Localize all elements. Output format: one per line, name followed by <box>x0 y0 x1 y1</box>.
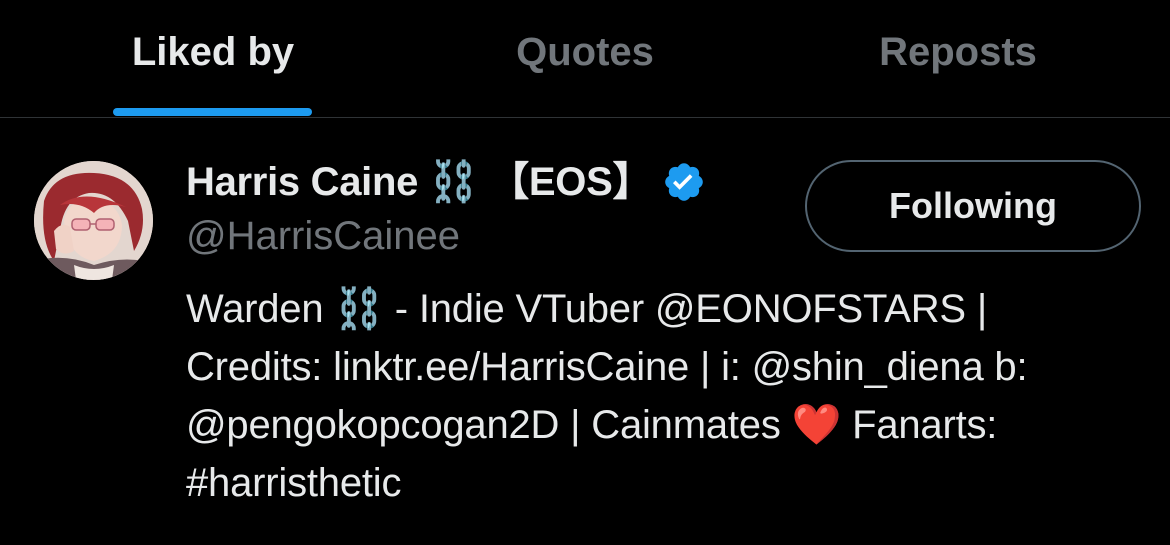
tab-quotes-label: Quotes <box>516 30 654 74</box>
avatar-image <box>34 161 153 280</box>
name-row[interactable]: Harris Caine ⛓️ 【EOS】 <box>186 154 706 210</box>
tab-reposts[interactable]: Reposts <box>850 0 1066 117</box>
tab-liked-by[interactable]: Liked by <box>112 0 314 117</box>
avatar[interactable] <box>34 161 153 280</box>
liked-by-page: Liked by Quotes Reposts Harris Caine ⛓️ … <box>0 0 1170 545</box>
user-handle: @HarrisCainee <box>186 214 461 258</box>
bio-line: @pengokopcogan2D | Cainmates ❤️ Fanarts: <box>186 403 998 447</box>
following-button[interactable]: Following <box>805 160 1141 252</box>
tab-bar: Liked by Quotes Reposts <box>0 0 1170 118</box>
tab-liked-by-label: Liked by <box>131 30 295 74</box>
user-bio: Warden ⛓️ - Indie VTuber @EONOFSTARS | C… <box>186 280 1146 512</box>
display-name: Harris Caine ⛓️ 【EOS】 <box>186 160 653 204</box>
bio-line: Warden ⛓️ - Indie VTuber @EONOFSTARS | <box>186 287 988 331</box>
active-tab-indicator <box>113 108 312 116</box>
user-cell[interactable]: Harris Caine ⛓️ 【EOS】 @HarrisCainee Foll… <box>0 118 1170 545</box>
tab-quotes[interactable]: Quotes <box>480 0 690 117</box>
tab-reposts-label: Reposts <box>879 30 1037 74</box>
bio-line: Credits: linktr.ee/HarrisCaine | i: @shi… <box>186 345 1028 389</box>
bio-line: #harristhetic <box>186 461 402 505</box>
verified-badge-icon <box>662 160 706 204</box>
